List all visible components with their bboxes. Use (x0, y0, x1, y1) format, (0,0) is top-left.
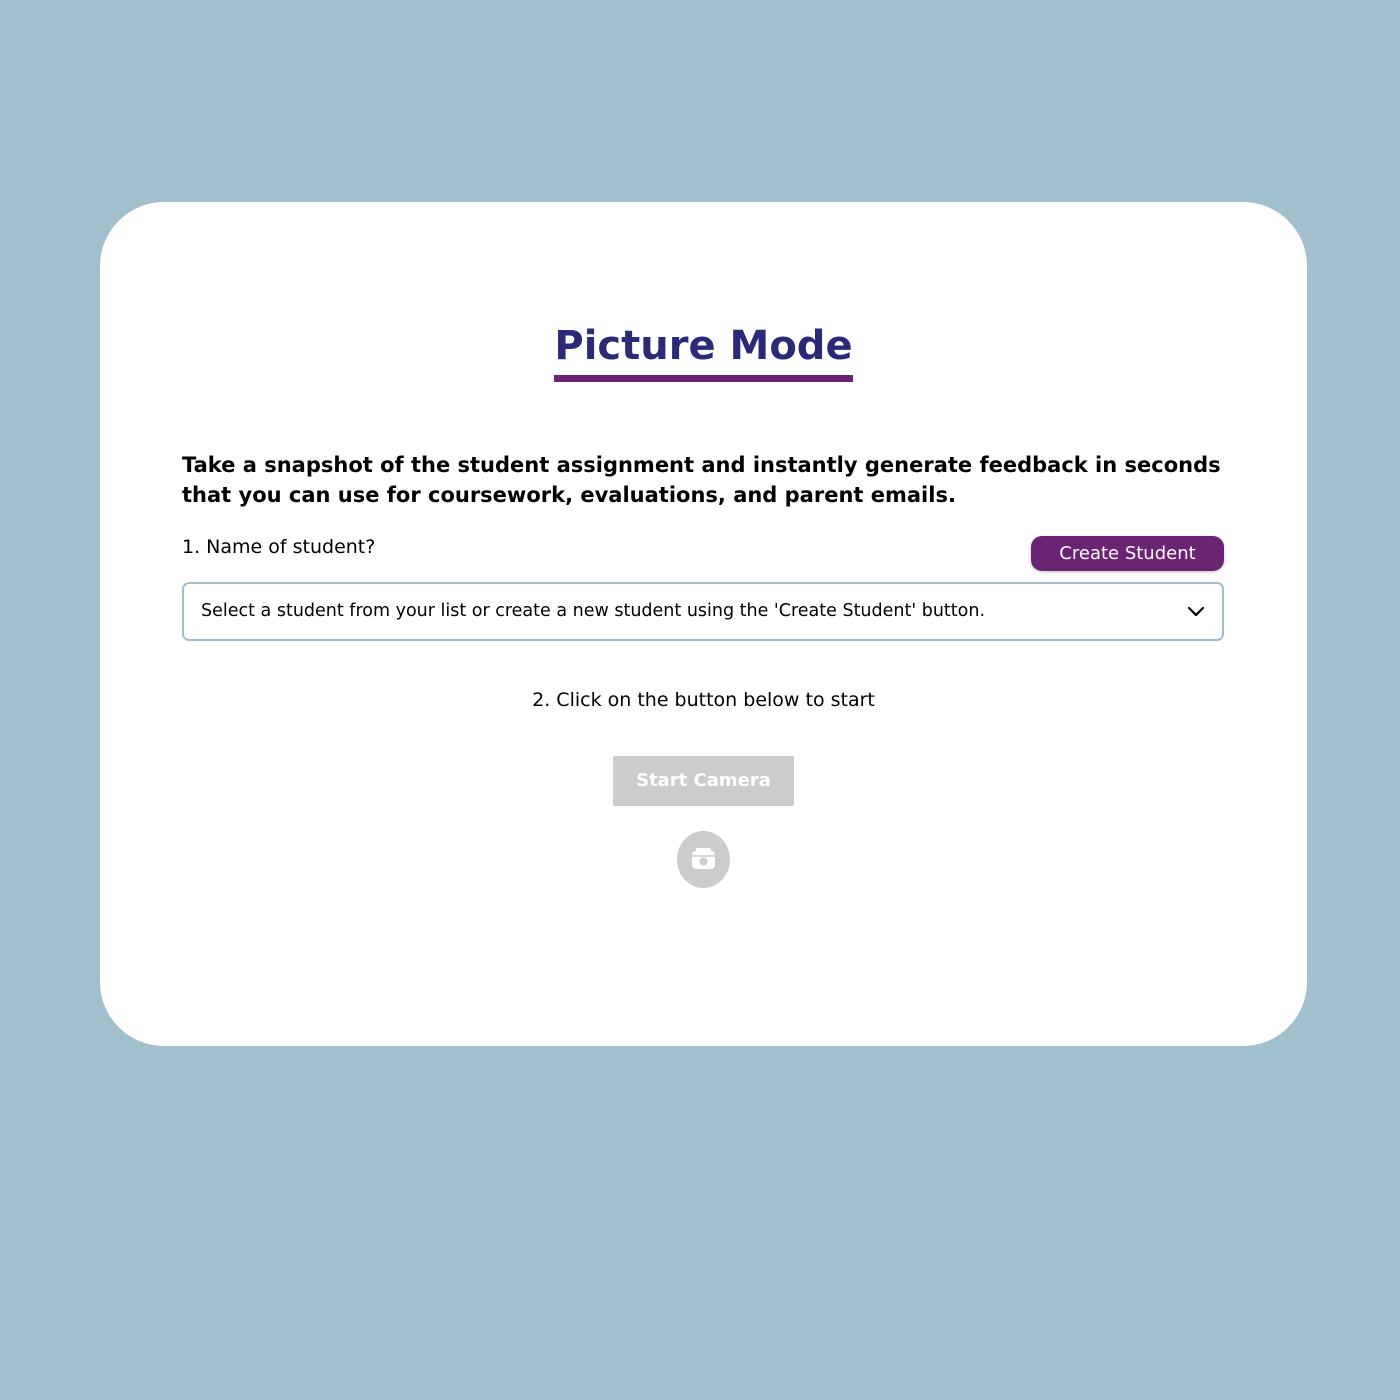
start-instruction-label: 2. Click on the button below to start (532, 689, 875, 711)
student-select[interactable]: Select a student from your list or creat… (182, 582, 1224, 641)
create-student-button[interactable]: Create Student (1031, 536, 1224, 571)
student-select-placeholder: Select a student from your list or creat… (201, 601, 986, 621)
picture-mode-card: Picture Mode Take a snapshot of the stud… (100, 202, 1307, 1046)
camera-icon (692, 848, 715, 869)
student-name-label: 1. Name of student? (182, 536, 376, 558)
page-title: Picture Mode (554, 320, 853, 382)
title-wrapper: Picture Mode (100, 320, 1307, 382)
intro-text: Take a snapshot of the student assignmen… (182, 453, 1221, 507)
start-camera-button[interactable]: Start Camera (613, 756, 794, 806)
chevron-down-icon (1186, 602, 1206, 622)
capture-photo-button[interactable] (677, 831, 730, 888)
